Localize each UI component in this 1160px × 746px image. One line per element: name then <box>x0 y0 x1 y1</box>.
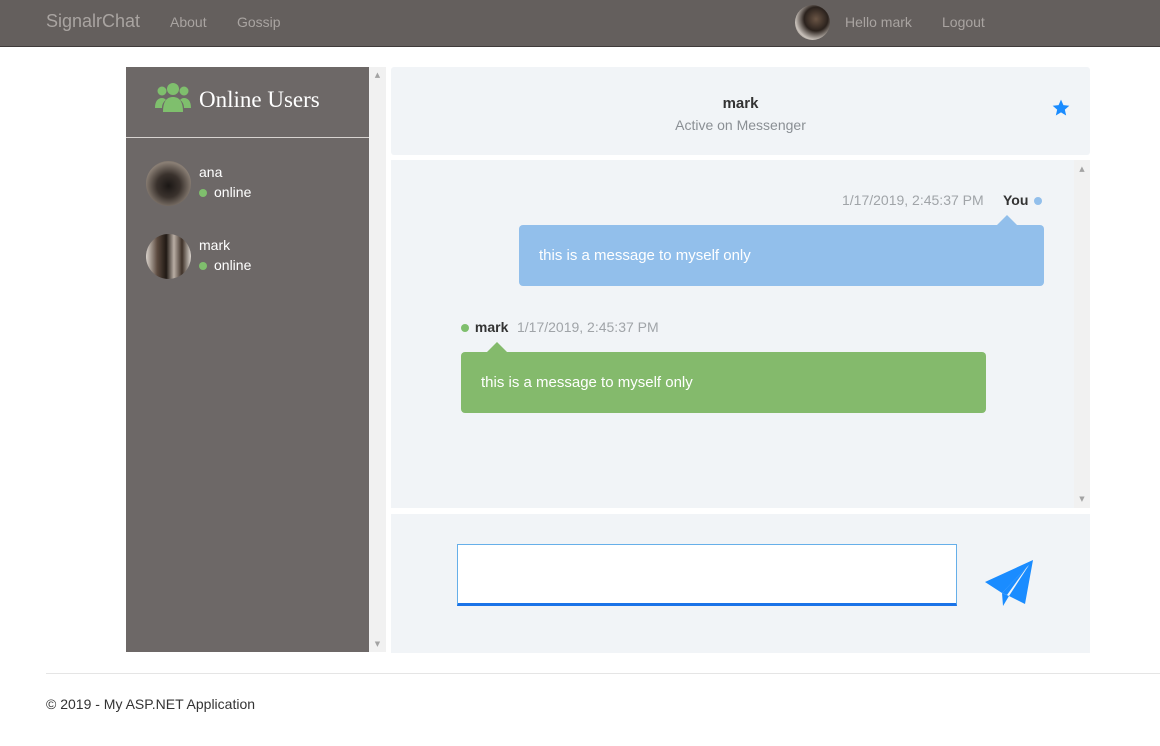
message-timestamp: 1/17/2019, 2:45:37 PM <box>517 319 659 335</box>
online-users-header: Online Users <box>126 67 369 138</box>
scroll-up-icon[interactable]: ▲ <box>1074 163 1090 175</box>
message-bubble-mine: this is a message to myself only <box>519 225 1044 286</box>
bubble-tail <box>487 342 507 352</box>
author-dot-icon <box>1034 197 1043 206</box>
contact-status: Active on Messenger <box>675 117 806 133</box>
user-item-mark[interactable]: mark online <box>126 234 369 294</box>
message-author-row: You <box>1003 192 1043 208</box>
message-composer <box>391 514 1090 653</box>
bubble-tail <box>997 215 1017 225</box>
message-author-row: mark <box>461 319 508 335</box>
greeting-link[interactable]: Hello mark <box>845 14 912 30</box>
online-dot-icon <box>199 189 207 197</box>
messages-scrollbar[interactable]: ▲ ▼ <box>1074 160 1090 508</box>
users-icon <box>155 83 191 112</box>
user-status: online <box>214 257 252 273</box>
user-name: ana <box>199 164 223 180</box>
author-dot-icon <box>461 324 469 333</box>
user-item-ana[interactable]: ana online <box>126 161 369 221</box>
scroll-down-icon[interactable]: ▼ <box>1074 493 1090 505</box>
nav-link-about[interactable]: About <box>170 14 207 30</box>
avatar <box>146 161 191 206</box>
sidebar-scrollbar[interactable]: ▲ ▼ <box>369 67 386 652</box>
user-status: online <box>214 184 252 200</box>
nav-link-gossip[interactable]: Gossip <box>237 14 281 30</box>
chat-header: mark Active on Messenger <box>391 67 1090 155</box>
contact-name: mark <box>722 95 759 112</box>
online-users-panel: Online Users ana online mark online <box>126 67 369 652</box>
online-dot-icon <box>199 262 207 270</box>
message-author: You <box>1003 192 1029 208</box>
online-users-title: Online Users <box>199 87 320 112</box>
footer-copyright: © 2019 - My ASP.NET Application <box>46 696 256 712</box>
star-icon[interactable] <box>1051 98 1071 118</box>
send-icon[interactable] <box>983 558 1035 610</box>
message-list: 1/17/2019, 2:45:37 PM You this is a mess… <box>391 160 1090 508</box>
message-input[interactable] <box>457 544 957 606</box>
avatar <box>795 5 830 40</box>
user-name: mark <box>199 237 231 253</box>
footer-divider <box>46 673 1160 674</box>
message-bubble-theirs: this is a message to myself only <box>461 352 986 413</box>
avatar <box>146 234 191 279</box>
scroll-down-icon[interactable]: ▼ <box>369 638 386 650</box>
scroll-up-icon[interactable]: ▲ <box>369 69 386 81</box>
navbar: SignalrChat About Gossip Hello mark Logo… <box>0 0 1160 47</box>
logout-link[interactable]: Logout <box>942 14 985 30</box>
brand-link[interactable]: SignalrChat <box>46 11 140 32</box>
message-timestamp: 1/17/2019, 2:45:37 PM <box>842 192 984 208</box>
message-author: mark <box>474 319 509 335</box>
